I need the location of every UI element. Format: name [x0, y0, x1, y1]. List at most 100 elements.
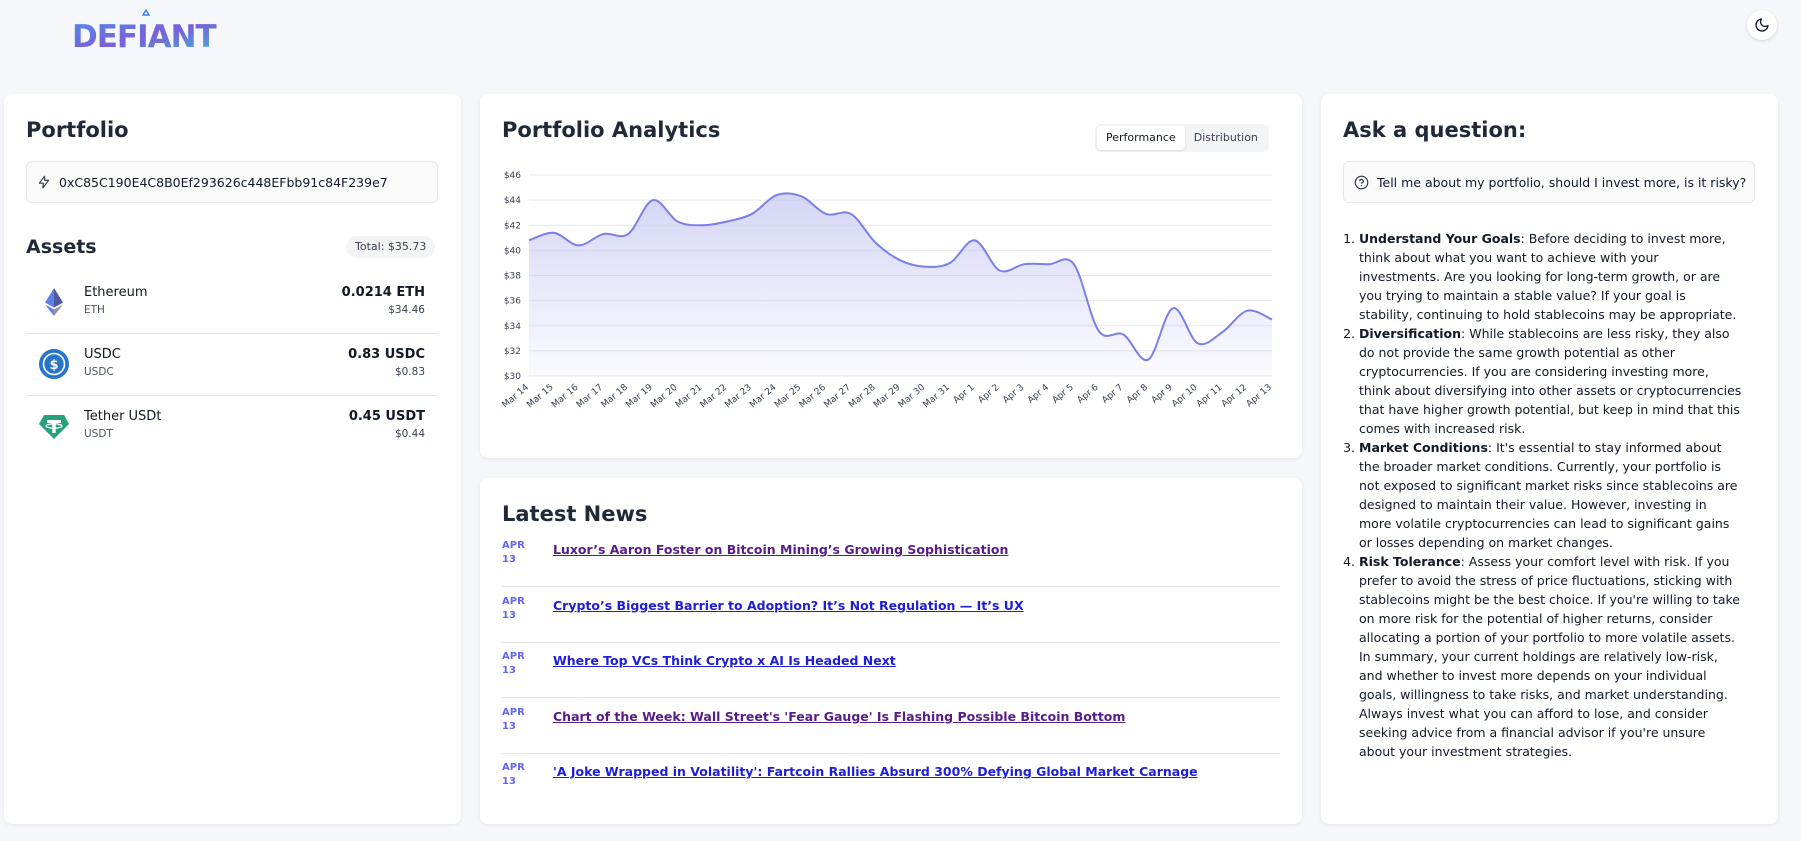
y-tick-label: $32: [504, 347, 521, 357]
asset-row-usdc[interactable]: $ USDC USDC 0.83 USDC $0.83: [26, 334, 438, 396]
chart-data-point[interactable]: [1068, 258, 1080, 270]
y-tick-label: $40: [504, 246, 521, 256]
x-tick-label: Apr 4: [1026, 382, 1051, 405]
chart-data-point[interactable]: [1216, 326, 1228, 338]
x-tick-label: Apr 2: [977, 383, 1002, 406]
chart-data-point[interactable]: [622, 228, 634, 240]
asset-symbol: USDC: [84, 366, 114, 378]
chart-data-point[interactable]: [746, 208, 758, 220]
chart-data-point[interactable]: [795, 190, 807, 202]
chart-view-switch: Performance Distribution: [1095, 124, 1269, 152]
chart-data-point[interactable]: [820, 208, 832, 220]
chart-data-point[interactable]: [919, 261, 931, 273]
x-tick-label: Mar 29: [872, 382, 903, 410]
x-tick-label: Mar 17: [575, 383, 605, 411]
news-title: Latest News: [502, 502, 648, 526]
news-item: APR 13 Luxor’s Aaron Foster on Bitcoin Min…: [502, 532, 1280, 587]
answer-summary: In summary, your current holdings are re…: [1359, 649, 1728, 759]
answer-point: Diversification: While stablecoins are l…: [1359, 324, 1743, 438]
chart-data-point[interactable]: [721, 215, 733, 227]
chart-data-point[interactable]: [1093, 325, 1105, 337]
tab-distribution[interactable]: Distribution: [1185, 126, 1267, 150]
asset-symbol: ETH: [84, 304, 105, 316]
chart-data-point[interactable]: [548, 227, 560, 239]
asset-name: Tether USDt: [84, 409, 162, 424]
x-tick-label: Mar 26: [798, 382, 829, 410]
x-tick-label: Mar 31: [922, 383, 952, 411]
chart-data-point[interactable]: [1117, 329, 1129, 341]
chart-data-point[interactable]: [1167, 302, 1179, 314]
x-tick-label: Apr 3: [1001, 383, 1026, 406]
y-tick-label: $42: [504, 221, 521, 231]
tab-performance[interactable]: Performance: [1097, 126, 1185, 150]
chart-data-point[interactable]: [1192, 337, 1204, 349]
x-tick-label: Apr 12: [1220, 383, 1249, 410]
news-link[interactable]: Luxor’s Aaron Foster on Bitcoin Mining’s…: [553, 542, 1008, 557]
chart-data-point[interactable]: [1241, 305, 1253, 317]
chart-data-point[interactable]: [672, 215, 684, 227]
portfolio-analytics-card: Portfolio Analytics Performance Distribu…: [480, 94, 1302, 458]
chart-data-point[interactable]: [597, 228, 609, 240]
news-link[interactable]: Where Top VCs Think Crypto x AI Is Heade…: [553, 653, 896, 668]
news-link[interactable]: Crypto’s Biggest Barrier to Adoption? It…: [553, 598, 1024, 613]
chart-data-point[interactable]: [895, 254, 907, 266]
x-tick-label: Mar 21: [674, 383, 704, 411]
wallet-address-field[interactable]: 0xC85C190E4C8B0Ef293626c448EFbb91c84F239…: [26, 161, 438, 203]
chart-data-point[interactable]: [1142, 354, 1154, 366]
y-tick-label: $44: [504, 196, 521, 206]
answer-point-heading: Market Conditions: [1359, 440, 1488, 455]
y-tick-label: $34: [504, 322, 521, 332]
asset-name: Ethereum: [84, 285, 148, 300]
x-tick-label: Mar 16: [550, 382, 581, 410]
chart-data-point[interactable]: [969, 234, 981, 246]
y-tick-label: $30: [504, 372, 521, 382]
asset-amount: 0.0214 ETH: [341, 285, 425, 300]
news-item: APR 13 Crypto’s Biggest Barrier to Adoptio…: [502, 588, 1280, 643]
asset-row-ethereum[interactable]: Ethereum ETH 0.0214 ETH $34.46: [26, 272, 438, 334]
defiant-logo[interactable]: DEFIANT: [70, 6, 230, 55]
theme-toggle-button[interactable]: [1747, 10, 1777, 40]
chart-data-point[interactable]: [1266, 313, 1278, 325]
chart-data-point[interactable]: [994, 264, 1006, 276]
y-tick-label: $38: [504, 272, 521, 282]
y-tick-label: $46: [504, 171, 521, 181]
x-tick-label: Apr 8: [1125, 382, 1150, 405]
question-input[interactable]: Tell me about my portfolio, should I inv…: [1343, 161, 1755, 203]
chart-data-point[interactable]: [1018, 258, 1030, 270]
news-link[interactable]: 'A Joke Wrapped in Volatility': Fartcoin…: [553, 764, 1198, 779]
chart-data-point[interactable]: [870, 237, 882, 249]
asset-usd-value: $0.83: [394, 366, 425, 378]
asset-name: USDC: [84, 347, 121, 362]
x-tick-label: Apr 6: [1076, 382, 1101, 405]
question-text: Tell me about my portfolio, should I inv…: [1377, 174, 1747, 190]
news-link[interactable]: Chart of the Week: Wall Street's 'Fear G…: [553, 709, 1125, 724]
analytics-title: Portfolio Analytics: [502, 118, 721, 142]
answer-point-text: : It's essential to stay informed about …: [1359, 440, 1738, 550]
x-tick-label: Mar 20: [649, 382, 680, 410]
x-tick-label: Mar 18: [600, 382, 631, 410]
x-tick-label: Mar 22: [699, 383, 729, 411]
x-tick-label: Mar 14: [501, 382, 532, 410]
chart-data-point[interactable]: [523, 234, 535, 246]
latest-news-card: Latest News APR 13 Luxor’s Aaron Foster on…: [480, 478, 1302, 824]
x-tick-label: Mar 28: [847, 382, 878, 410]
chart-area-fill: [529, 193, 1272, 376]
chart-data-point[interactable]: [647, 194, 659, 206]
chart-data-point[interactable]: [845, 208, 857, 220]
chart-data-point[interactable]: [771, 189, 783, 201]
x-tick-label: Mar 25: [773, 383, 803, 411]
news-date: APR 13: [502, 761, 532, 789]
x-tick-label: Apr 1: [952, 383, 977, 406]
answer-point-heading: Risk Tolerance: [1359, 554, 1461, 569]
x-tick-label: Apr 13: [1245, 383, 1274, 410]
asset-usd-value: $34.46: [388, 304, 425, 316]
asset-amount: 0.83 USDC: [348, 347, 425, 362]
total-badge: Total: $35.73: [346, 236, 436, 258]
chart-data-point[interactable]: [573, 239, 585, 251]
tether-icon: [39, 415, 69, 439]
chart-data-point[interactable]: [944, 257, 956, 269]
chart-data-point[interactable]: [1043, 258, 1055, 270]
asset-row-tether[interactable]: Tether USDt USDT 0.45 USDT $0.44: [26, 396, 438, 458]
answer-list: Understand Your Goals: Before deciding t…: [1343, 229, 1743, 647]
chart-data-point[interactable]: [696, 219, 708, 231]
